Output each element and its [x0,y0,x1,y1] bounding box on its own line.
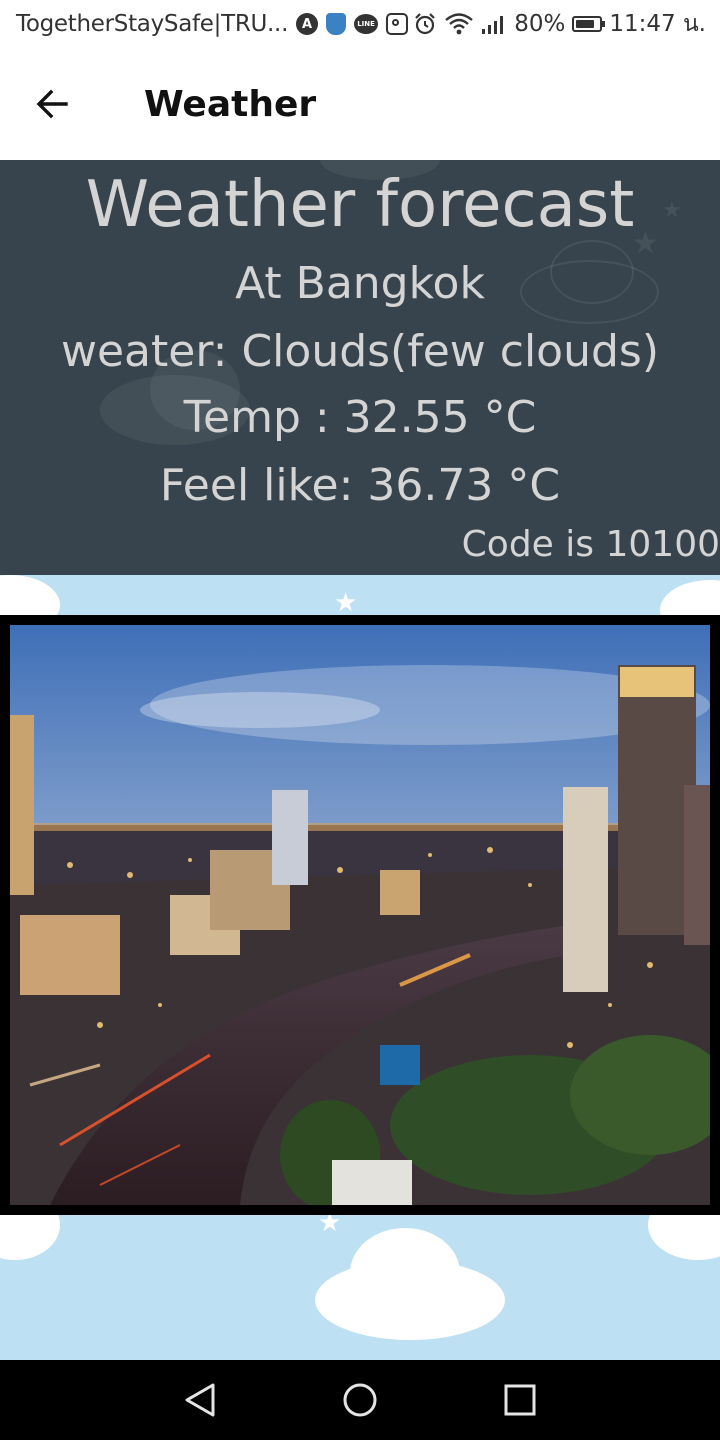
line-icon: LINE [354,14,379,34]
system-icons: 80% 11:47 น. [413,6,706,42]
notification-icons: A LINE [296,13,409,35]
temperature: Temp : 32.55 °C [183,392,537,443]
arrow-left-icon [36,89,68,119]
forecast-panel: ★ ★ Weather forecast At Bangkok weater: … [0,160,720,575]
status-bar: TogetherStaySafe|TRU... A LINE 80% 11:47… [0,0,720,48]
nav-back-button[interactable] [170,1370,230,1430]
star-decoration: ★ [334,588,358,618]
navigation-bar [0,1360,720,1440]
back-button[interactable] [0,48,104,160]
app-bar: Weather [0,48,720,160]
a-circle-icon: A [296,13,319,35]
location-label: At Bangkok [235,258,485,309]
alarm-icon [415,13,436,35]
city-photo-frame [0,615,720,1215]
city-photo [10,625,710,1205]
content-area: ★ ★ ★ ★ Weather forecast At Bangkok weat… [0,160,720,1360]
page-title: Weather [144,83,317,125]
signal-icon [482,16,504,34]
nav-recents-button[interactable] [490,1370,550,1430]
code-label: Code is 10100 [461,524,720,565]
weather-description: weater: Clouds(few clouds) [60,326,660,377]
square-recents-icon [504,1384,536,1416]
forecast-title: Weather forecast [85,168,635,242]
clock: 11:47 น. [609,11,706,37]
instagram-icon [386,13,409,35]
circle-home-icon [343,1383,377,1417]
cloud-decoration [350,1228,460,1318]
battery-fill [576,20,594,28]
battery-percent: 80% [514,11,566,37]
nav-home-button[interactable] [330,1370,390,1430]
triangle-back-icon [185,1383,215,1417]
feels-like: Feel like: 36.73 °C [159,460,561,511]
battery-icon [572,16,606,32]
shield-icon [326,13,347,35]
wifi-icon [445,13,474,35]
carrier-text: TogetherStaySafe|TRU... [16,11,289,37]
